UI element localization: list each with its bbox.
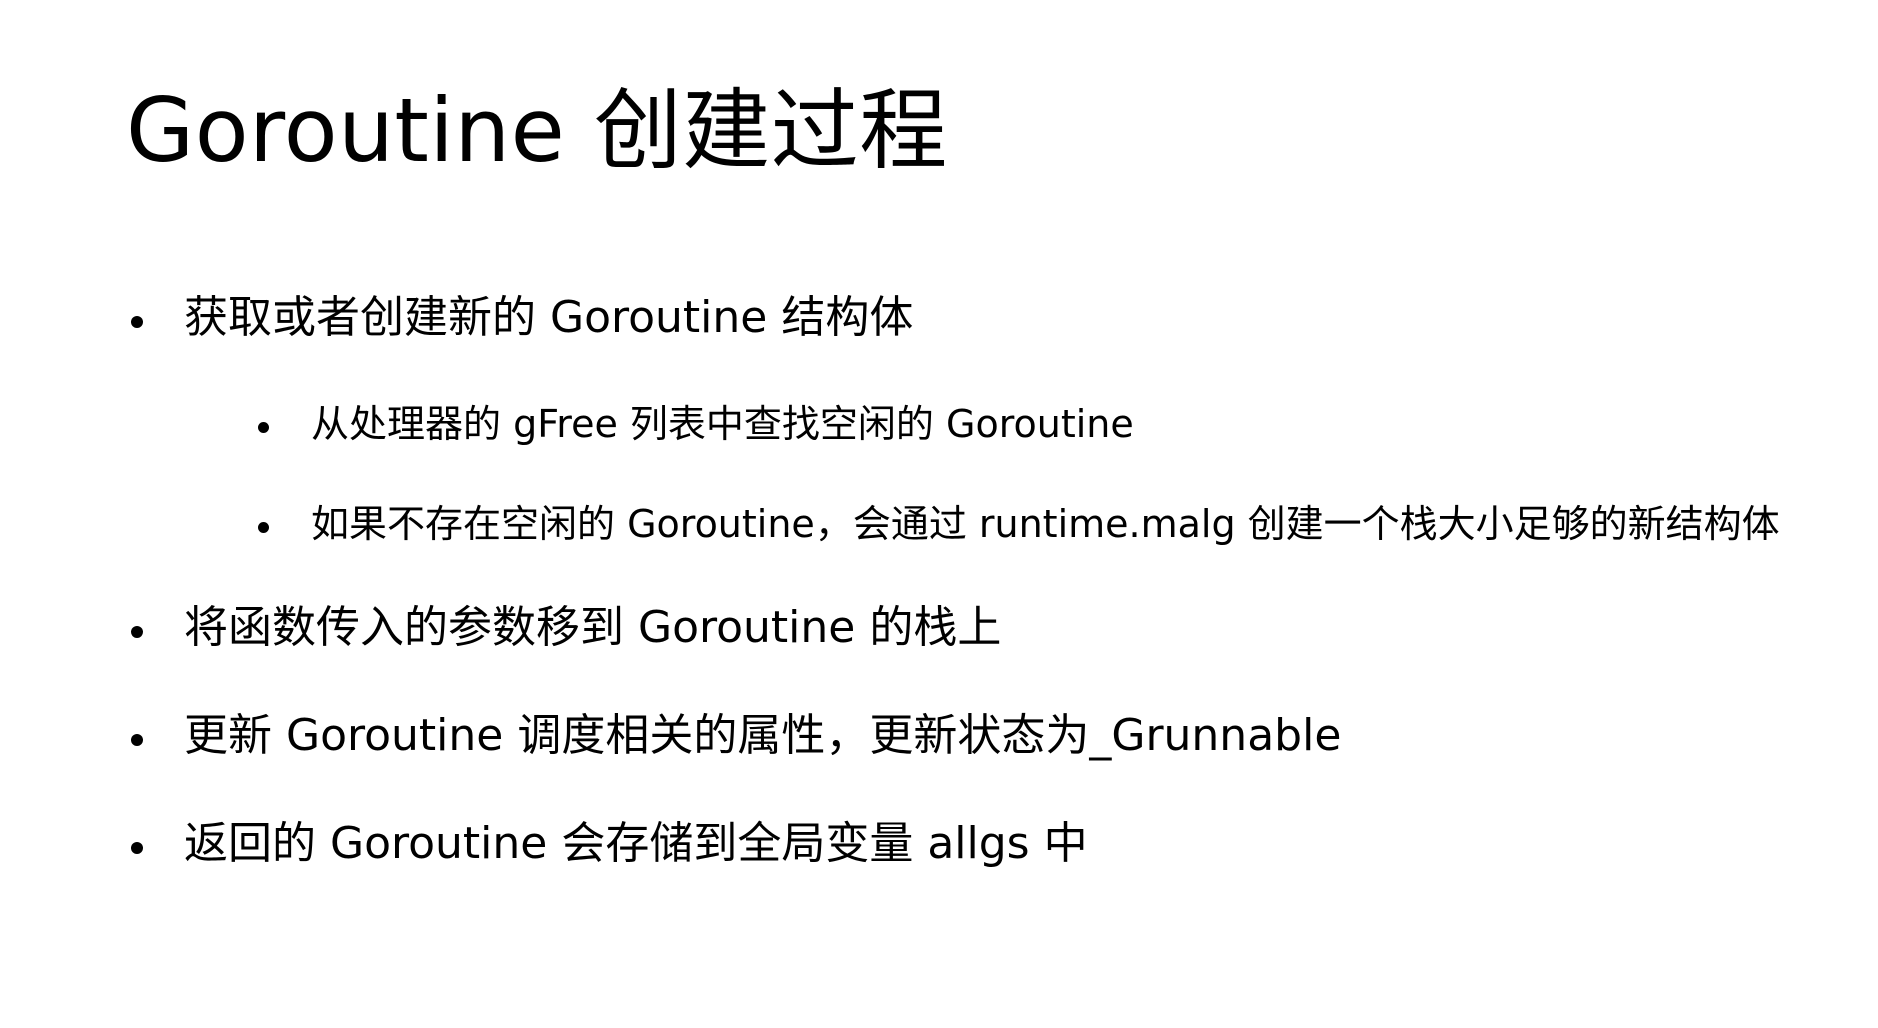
bullet-item: 更新 Goroutine 调度相关的属性，更新状态为_Grunnable — [131, 710, 1342, 763]
bullet-dot — [131, 626, 143, 638]
bullet-text: 从处理器的 gFree 列表中查找空闲的 Goroutine — [311, 402, 1134, 446]
bullet-dot — [131, 316, 143, 328]
bullet-item: 获取或者创建新的 Goroutine 结构体 — [131, 292, 914, 345]
bullet-dot — [258, 522, 269, 533]
bullet-text: 更新 Goroutine 调度相关的属性，更新状态为_Grunnable — [184, 710, 1342, 761]
bullet-dot — [131, 734, 143, 746]
bullet-dot — [131, 842, 143, 854]
bullet-text: 返回的 Goroutine 会存储到全局变量 allgs 中 — [184, 818, 1088, 869]
bullet-text: 获取或者创建新的 Goroutine 结构体 — [184, 292, 914, 343]
bullet-item: 将函数传入的参数移到 Goroutine 的栈上 — [131, 602, 1002, 655]
sub-bullet-item: 从处理器的 gFree 列表中查找空闲的 Goroutine — [258, 402, 1134, 448]
bullet-text: 将函数传入的参数移到 Goroutine 的栈上 — [184, 602, 1002, 653]
bullet-dot — [258, 422, 269, 433]
sub-bullet-item: 如果不存在空闲的 Goroutine，会通过 runtime.malg 创建一个… — [258, 502, 1780, 548]
slide-title: Goroutine 创建过程 — [126, 79, 948, 182]
bullet-item: 返回的 Goroutine 会存储到全局变量 allgs 中 — [131, 818, 1088, 871]
bullet-text: 如果不存在空闲的 Goroutine，会通过 runtime.malg 创建一个… — [311, 502, 1780, 546]
